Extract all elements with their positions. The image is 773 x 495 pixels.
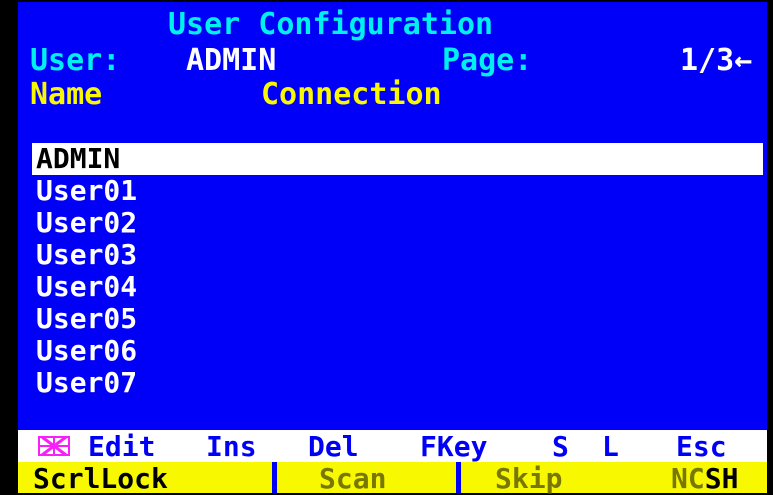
user-row-user01[interactable]: User01	[32, 175, 763, 207]
hotkey-del[interactable]: Del	[308, 433, 359, 461]
current-user-value: ADMIN	[186, 43, 277, 78]
hotkey-l[interactable]: L	[602, 433, 619, 461]
status-ncsh-prefix: NC	[671, 462, 705, 495]
user-list: ADMIN User01 User02 User03 User04 User05…	[32, 143, 763, 399]
user-label: User:	[30, 43, 121, 78]
status-ncsh-suffix: SH	[704, 462, 739, 495]
hotkey-bar: Edit Ins Del FKey S L Esc	[18, 430, 767, 462]
user-row-user03[interactable]: User03	[32, 239, 763, 271]
page-arrow-icon: ←	[734, 43, 753, 78]
user-row-admin[interactable]: ADMIN	[32, 143, 763, 175]
page-label: Page:	[442, 43, 533, 78]
hotkey-edit[interactable]: Edit	[88, 433, 155, 461]
page-number: 1/3	[680, 43, 735, 78]
page-indicator: 1/3←	[680, 46, 752, 76]
status-scan: Scan	[319, 462, 387, 495]
user-row-user02[interactable]: User02	[32, 207, 763, 239]
status-bar: ScrlLock Scan Skip NCSH	[18, 462, 767, 495]
column-header-name: Name	[30, 77, 103, 112]
status-scroll-lock: ScrlLock	[33, 462, 168, 495]
status-divider	[456, 462, 461, 493]
status-ncsh: NCSH	[671, 462, 739, 495]
user-row-user07[interactable]: User07	[32, 367, 763, 399]
page-title: User Configuration	[168, 7, 494, 42]
hotkey-esc[interactable]: Esc	[676, 433, 727, 461]
column-header-connection: Connection	[261, 77, 442, 112]
osd-window: User Configuration User: ADMIN Page: 1/3…	[18, 2, 767, 495]
keyboard-icon	[38, 435, 70, 457]
hotkey-s[interactable]: S	[552, 433, 569, 461]
hotkey-fkey[interactable]: FKey	[420, 433, 487, 461]
user-row-user05[interactable]: User05	[32, 303, 763, 335]
status-divider	[272, 462, 277, 493]
user-row-user04[interactable]: User04	[32, 271, 763, 303]
status-skip: Skip	[495, 462, 563, 495]
hotkey-ins[interactable]: Ins	[206, 433, 257, 461]
user-row-user06[interactable]: User06	[32, 335, 763, 367]
